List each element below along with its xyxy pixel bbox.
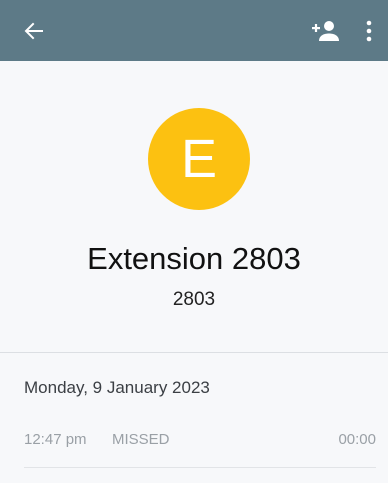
contact-name: Extension 2803 — [87, 241, 301, 276]
date-header: Monday, 9 January 2023 — [24, 378, 210, 397]
row-divider — [24, 467, 376, 468]
more-vertical-icon[interactable] — [364, 19, 374, 43]
avatar: E — [148, 108, 250, 210]
call-history: Monday, 9 January 2023 12:47 pm MISSED 0… — [0, 353, 388, 483]
call-time: 12:47 pm — [24, 431, 87, 448]
contact-header: E Extension 2803 2803 — [0, 61, 388, 352]
app-bar — [0, 0, 388, 61]
add-person-icon[interactable] — [312, 20, 340, 42]
call-status: MISSED — [112, 431, 170, 448]
back-arrow-icon[interactable] — [24, 21, 44, 41]
contact-number: 2803 — [172, 289, 216, 310]
call-duration: 00:00 — [338, 431, 376, 448]
call-log-row[interactable]: 12:47 pm MISSED 00:00 — [24, 429, 376, 451]
